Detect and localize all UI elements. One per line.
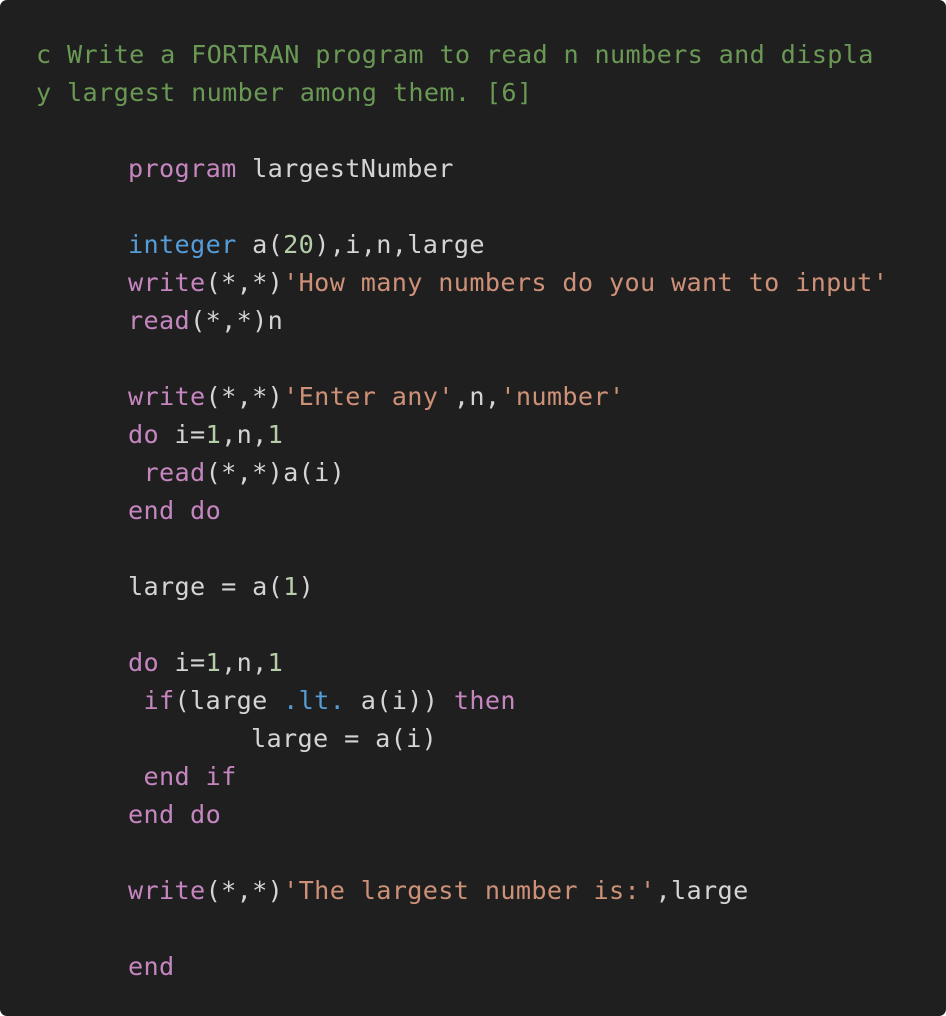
text-token: large = a(i) — [251, 724, 438, 753]
code-line: do i=1,n,1 — [36, 416, 946, 454]
string-token: 'number' — [500, 382, 625, 411]
text-token: (*,*) — [205, 876, 284, 905]
text-token: ) — [298, 572, 315, 601]
keyword-token: read — [128, 306, 191, 335]
text-token: (large — [174, 686, 284, 715]
code-editor: c Write a FORTRAN program to read n numb… — [0, 0, 946, 1016]
keyword-token: write — [128, 382, 206, 411]
text-token: a( — [236, 230, 284, 259]
number-token: 1 — [205, 648, 222, 677]
number-token: 1 — [283, 572, 299, 601]
code-line: end do — [36, 796, 946, 834]
number-token: 1 — [267, 648, 284, 677]
code-line: write(*,*)'Enter any',n,'number' — [36, 378, 946, 416]
number-token: 1 — [205, 420, 222, 449]
code-line: write(*,*)'The largest number is:',large — [36, 872, 946, 910]
keyword-token: end do — [128, 800, 222, 829]
string-token: 'How many numbers do you want to input' — [283, 268, 889, 297]
code-line: y largest number among them. [6] — [36, 74, 946, 112]
keyword-token: read — [143, 458, 206, 487]
text-token: ,n, — [221, 648, 268, 677]
text-token: (*,*) — [205, 268, 284, 297]
text-token: large = a( — [128, 572, 284, 601]
keyword-token: do — [128, 420, 160, 449]
code-line: write(*,*)'How many numbers do you want … — [36, 264, 946, 302]
comment-text: y largest number among them. [6] — [36, 78, 533, 107]
type-token: integer — [128, 230, 237, 259]
keyword-token: end do — [128, 496, 222, 525]
string-token: 'Enter any' — [283, 382, 454, 411]
keyword-token: write — [128, 268, 206, 297]
code-line: large = a(1) — [36, 568, 946, 606]
code-line: end if — [36, 758, 946, 796]
keyword-token: write — [128, 876, 206, 905]
string-token: 'The largest number is:' — [283, 876, 656, 905]
code-line: do i=1,n,1 — [36, 644, 946, 682]
text-token: (*,*) — [205, 382, 284, 411]
code-line: read(*,*)n — [36, 302, 946, 340]
number-token: 20 — [283, 230, 315, 259]
code-line: end — [36, 948, 946, 986]
text-token: i= — [159, 420, 206, 449]
text-token: (*,*)a(i) — [205, 458, 346, 487]
keyword-token: end if — [143, 762, 237, 791]
keyword-token: do — [128, 648, 160, 677]
keyword-token: if — [143, 686, 175, 715]
text-token: i= — [159, 648, 206, 677]
text-token: ,large — [655, 876, 749, 905]
text-token: ),i,n,large — [314, 230, 485, 259]
comment-text: c Write a FORTRAN program to read n numb… — [36, 40, 874, 69]
code-line: integer a(20),i,n,large — [36, 226, 946, 264]
identifier-token: largestNumber — [236, 154, 454, 183]
keyword-token: then — [453, 686, 516, 715]
code-line: read(*,*)a(i) — [36, 454, 946, 492]
text-token: (*,*)n — [190, 306, 284, 335]
operator-token: .lt. — [283, 686, 346, 715]
text-token: a(i)) — [345, 686, 454, 715]
number-token: 1 — [267, 420, 284, 449]
text-token: ,n, — [221, 420, 268, 449]
code-line: c Write a FORTRAN program to read n numb… — [36, 36, 946, 74]
code-line: large = a(i) — [36, 720, 946, 758]
keyword-token: program — [128, 154, 237, 183]
code-line: if(large .lt. a(i)) then — [36, 682, 946, 720]
keyword-token: end — [128, 952, 175, 981]
text-token: ,n, — [453, 382, 501, 411]
code-line: program largestNumber — [36, 150, 946, 188]
code-line: end do — [36, 492, 946, 530]
